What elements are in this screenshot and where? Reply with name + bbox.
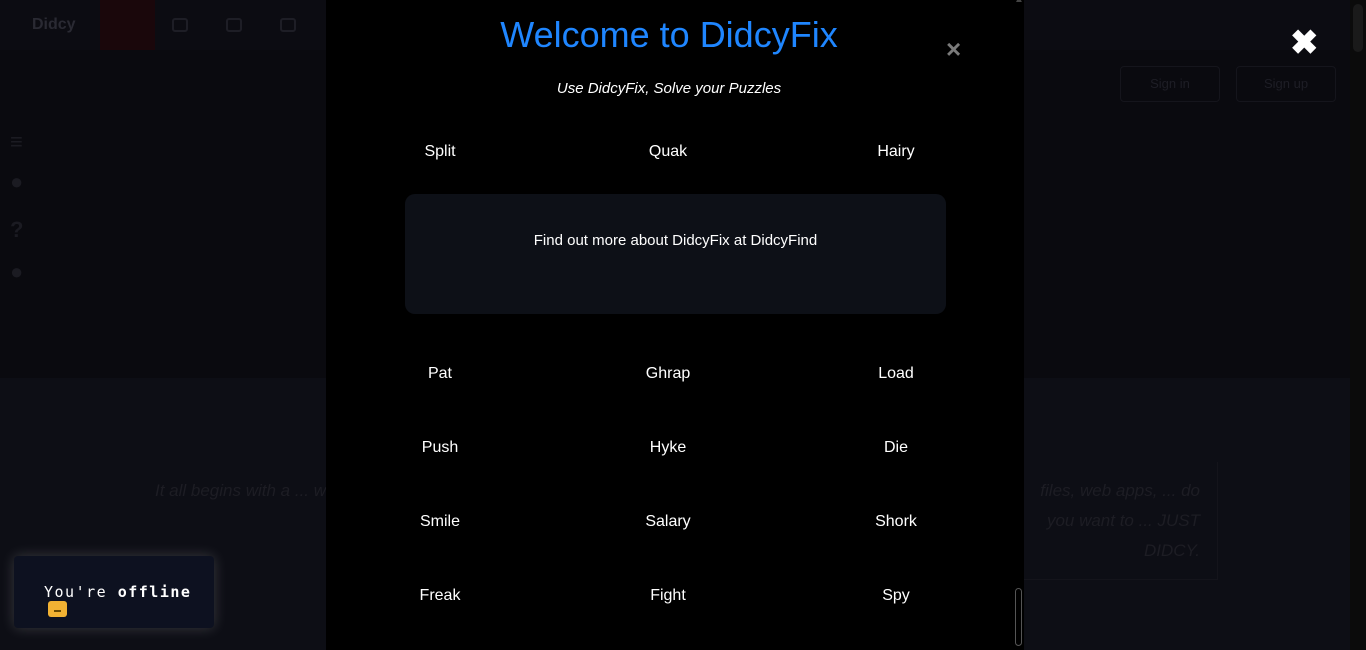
page-scrollbar[interactable] [1350,0,1366,650]
puzzle-link[interactable]: Pat [326,365,554,383]
menu-icon[interactable]: ≡ [10,131,32,153]
overlay-close-icon[interactable]: ✖ [1290,26,1319,60]
modal-subtitle: Use DidcyFix, Solve your Puzzles [556,80,782,97]
puzzle-link[interactable]: Quak [554,143,782,161]
home-tab[interactable] [100,0,155,50]
puzzle-link[interactable]: Spy [782,587,1010,605]
puzzle-row: Smile Salary Shork [326,513,1012,537]
page-scrollbar-thumb[interactable] [1353,4,1363,52]
modal-scrollbar-thumb[interactable] [1015,588,1022,646]
puzzle-link[interactable]: Hairy [782,143,1010,161]
puzzle-row: Pat Ghrap Load [326,365,1012,389]
user-icon[interactable]: ● [10,171,32,193]
cart-icon[interactable] [280,18,296,32]
puzzle-link[interactable]: Freak [326,587,554,605]
help-icon[interactable]: ? [10,219,32,241]
modal-scrollbar[interactable]: ▲ [1014,0,1024,650]
offline-word: offline [117,583,192,601]
modal-close-icon[interactable]: × [946,34,961,65]
scroll-up-icon[interactable]: ▲ [1014,0,1024,5]
bell-icon[interactable] [226,18,242,32]
puzzle-row: Split Quak Hairy [326,143,1012,167]
didcyfind-banner[interactable]: Find out more about DidcyFix at DidcyFin… [405,194,946,314]
emoji-icon [48,601,67,617]
sign-in-button[interactable]: Sign in [1120,66,1220,102]
puzzle-link[interactable]: Load [782,365,1010,383]
didcyfind-link[interactable]: Find out more about DidcyFix at DidcyFin… [405,232,946,249]
puzzle-row: Freak Fight Spy [326,587,1012,611]
folder-icon[interactable] [172,18,188,32]
puzzle-link[interactable]: Hyke [554,439,782,457]
puzzle-link[interactable]: Fight [554,587,782,605]
brand-logo[interactable]: Didcy [32,16,76,34]
puzzle-link[interactable]: Push [326,439,554,457]
modal-title: Welcome to DidcyFix [500,14,838,55]
puzzle-link[interactable]: Salary [554,513,782,531]
puzzle-link[interactable]: Smile [326,513,554,531]
puzzle-link[interactable]: Ghrap [554,365,782,383]
offline-prefix: You're [44,583,118,601]
welcome-modal: Welcome to DidcyFix × Use DidcyFix, Solv… [326,0,1024,650]
puzzle-link[interactable]: Split [326,143,554,161]
intro-paragraph-right: files, web apps, ... do you want to ... … [1040,481,1200,560]
puzzle-link[interactable]: Die [782,439,1010,457]
sign-up-button[interactable]: Sign up [1236,66,1336,102]
globe-icon[interactable]: ● [10,261,32,283]
puzzle-row: Push Hyke Die [326,439,1012,463]
offline-toast: You're offline [14,556,214,628]
puzzle-link[interactable]: Shork [782,513,1010,531]
offline-message: You're offline [44,583,214,619]
